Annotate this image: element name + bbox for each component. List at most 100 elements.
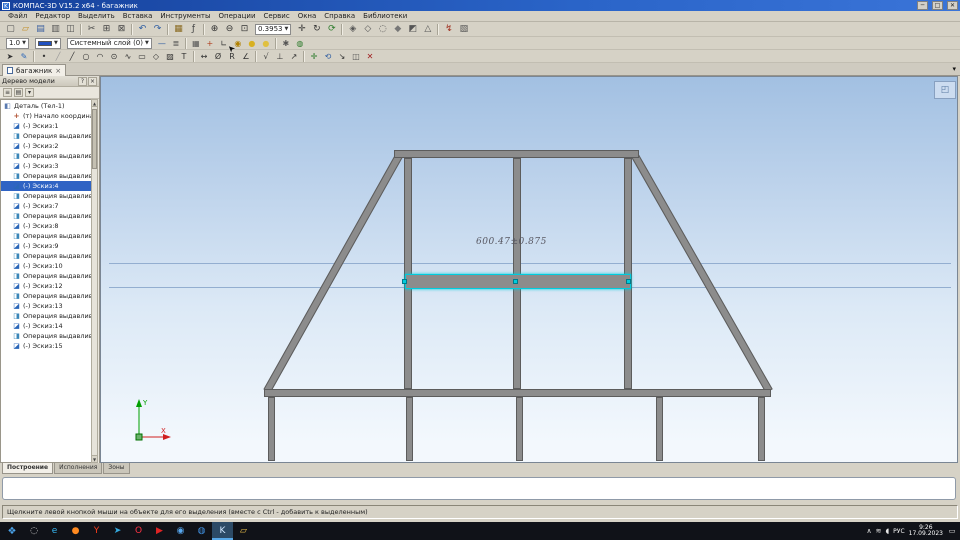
tree-structure-button[interactable]: ≡: [3, 88, 12, 97]
selection-handle[interactable]: [513, 279, 518, 284]
tree-item[interactable]: Деталь (Тел-1): [1, 101, 91, 111]
panel-help-button[interactable]: ?: [78, 76, 87, 86]
frame-top-beam[interactable]: [394, 150, 639, 158]
tree-scrollbar[interactable]: ▲ ▼: [91, 99, 98, 463]
taskbar-browser[interactable]: ◍: [191, 522, 212, 540]
arc-button[interactable]: ◠: [93, 50, 107, 63]
tree-item[interactable]: Операция выдавливания: [1, 311, 91, 321]
variables-button[interactable]: ƒ: [186, 23, 201, 36]
layer-combo[interactable]: Системный слой (0) ▼: [66, 37, 152, 49]
volume-icon[interactable]: ◖: [885, 527, 889, 535]
redo-button[interactable]: ↷: [150, 23, 165, 36]
separator[interactable]: [33, 50, 35, 62]
close-button[interactable]: ✕: [947, 1, 958, 10]
separator[interactable]: [303, 50, 305, 62]
tree-item[interactable]: (-) Эскиз:7: [1, 201, 91, 211]
menu-item[interactable]: Файл: [4, 12, 31, 20]
frame-leg[interactable]: [656, 397, 663, 461]
diameter-dimension-button[interactable]: Ø: [211, 50, 225, 63]
linear-dimension-button[interactable]: ↔: [197, 50, 211, 63]
tree-view-button[interactable]: ▤: [14, 88, 23, 97]
highlight-button[interactable]: ●: [259, 37, 273, 50]
line-style-button[interactable]: —: [155, 37, 169, 50]
zoom-out-button[interactable]: ⊖: [222, 23, 237, 36]
tree-item[interactable]: Операция выдавливания: [1, 151, 91, 161]
local-cs-button[interactable]: +: [203, 37, 217, 50]
grid-button[interactable]: ▦: [189, 37, 203, 50]
frame-leg[interactable]: [406, 397, 413, 461]
taskbar-chrome[interactable]: ◉: [170, 522, 191, 540]
tree-item[interactable]: (-) Эскиз:12: [1, 281, 91, 291]
paste-button[interactable]: ⊠: [114, 23, 129, 36]
separator[interactable]: [341, 23, 344, 35]
tree-item[interactable]: Операция выдавливания: [1, 251, 91, 261]
tree-item[interactable]: (-) Эскиз:14: [1, 321, 91, 331]
wireframe-button[interactable]: ◇: [360, 23, 375, 36]
perspective-button[interactable]: △: [420, 23, 435, 36]
tree-item[interactable]: (-) Эскиз:8: [1, 221, 91, 231]
tree-item[interactable]: (-) Эскиз:3: [1, 161, 91, 171]
close-tab-icon[interactable]: ×: [55, 67, 61, 75]
tree-item[interactable]: (-) Эскиз:4: [1, 181, 91, 191]
tree-item[interactable]: Операция выдавливания: [1, 271, 91, 281]
save-button[interactable]: ▤: [33, 23, 48, 36]
orientation-button[interactable]: ◈: [345, 23, 360, 36]
line-color-combo[interactable]: ▼: [35, 37, 61, 49]
selection-handle[interactable]: [402, 279, 407, 284]
separator[interactable]: [131, 23, 133, 35]
auxiliary-line-button[interactable]: ╱: [51, 50, 65, 63]
menu-item[interactable]: Справка: [320, 12, 359, 20]
hide-surfaces-button[interactable]: ▧: [456, 23, 471, 36]
refresh-button[interactable]: ⟳: [324, 23, 339, 36]
open-document-button[interactable]: ▱: [18, 23, 33, 36]
tree-item[interactable]: Операция выдавливания: [1, 231, 91, 241]
minimize-button[interactable]: ─: [917, 1, 928, 10]
print-button[interactable]: ▥: [48, 23, 63, 36]
menu-item[interactable]: Операции: [215, 12, 260, 20]
pan-button[interactable]: ✛: [294, 23, 309, 36]
selected-sketch-beam[interactable]: [405, 274, 631, 289]
separator[interactable]: [274, 37, 277, 49]
panel-close-button[interactable]: ×: [88, 76, 97, 86]
menu-item[interactable]: Окна: [294, 12, 321, 20]
menu-item[interactable]: Выделить: [74, 12, 119, 20]
start-button[interactable]: ❖: [0, 522, 24, 540]
menu-item[interactable]: Вставка: [119, 12, 157, 20]
separator[interactable]: [255, 50, 257, 62]
undo-button[interactable]: ↶: [135, 23, 150, 36]
tree-item[interactable]: Операция выдавливания: [1, 331, 91, 341]
document-tab[interactable]: багажник ×: [2, 64, 67, 76]
rebuild-button[interactable]: ↯: [441, 23, 456, 36]
separator[interactable]: [193, 50, 195, 62]
mode-tab[interactable]: Исполнения: [54, 463, 103, 474]
scale-button[interactable]: ↘: [335, 50, 349, 63]
ellipse-button[interactable]: ⊙: [107, 50, 121, 63]
line-segment-button[interactable]: ╱: [65, 50, 79, 63]
scroll-down-icon[interactable]: ▼: [92, 455, 97, 462]
tree-item[interactable]: Операция выдавливания: [1, 131, 91, 141]
polygon-button[interactable]: ◇: [149, 50, 163, 63]
frame-right-brace[interactable]: [630, 152, 773, 394]
text-button[interactable]: T: [177, 50, 191, 63]
tree-item[interactable]: (-) Эскиз:15: [1, 341, 91, 351]
pointer-button[interactable]: ➤: [3, 50, 17, 63]
taskbar-kompas[interactable]: K: [212, 522, 233, 540]
tree-filter-button[interactable]: ▾: [25, 88, 34, 97]
shaded-button[interactable]: ◆: [390, 23, 405, 36]
taskbar-telegram[interactable]: ➤: [107, 522, 128, 540]
scroll-up-icon[interactable]: ▲: [92, 100, 97, 107]
taskbar-explorer[interactable]: ▱: [233, 522, 254, 540]
copy-button[interactable]: ⊞: [99, 23, 114, 36]
tree-item[interactable]: Операция выдавливания: [1, 191, 91, 201]
point-button[interactable]: •: [37, 50, 51, 63]
shaded-edges-button[interactable]: ◩: [405, 23, 420, 36]
tree-item[interactable]: (-) Эскиз:10: [1, 261, 91, 271]
separator[interactable]: [437, 23, 440, 35]
circle-button[interactable]: ○: [79, 50, 93, 63]
tree-item[interactable]: (-) Эскиз:13: [1, 301, 91, 311]
frame-left-brace[interactable]: [263, 152, 404, 394]
frame-leg[interactable]: [758, 397, 765, 461]
cut-button[interactable]: ✂: [84, 23, 99, 36]
taskbar-yandex[interactable]: Y: [86, 522, 107, 540]
frame-leg[interactable]: [268, 397, 275, 461]
